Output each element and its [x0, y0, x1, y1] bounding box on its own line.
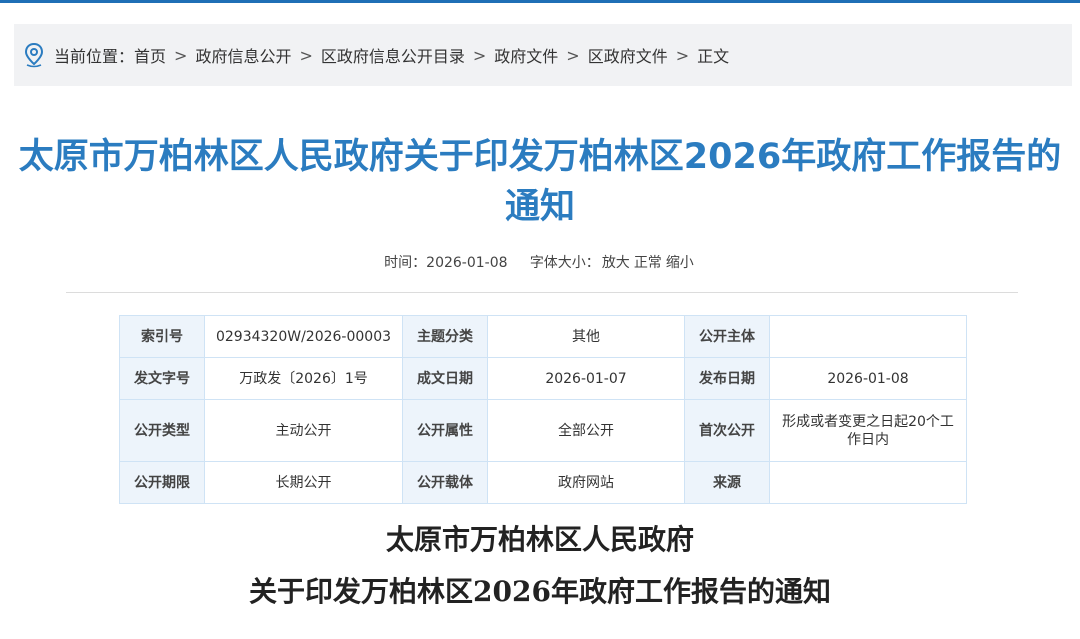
- publisher-label: 公开主体: [684, 315, 770, 358]
- carrier-label: 公开载体: [402, 461, 488, 504]
- docno-label: 发文字号: [119, 357, 205, 400]
- topic-value: 其他: [487, 315, 685, 358]
- source-label: 来源: [684, 461, 770, 504]
- breadcrumb-prefix: 当前位置：: [54, 47, 135, 66]
- table-row: 发文字号 万政发〔2026〕1号 成文日期 2026-01-07 发布日期 20…: [119, 357, 967, 400]
- breadcrumb-separator: >: [299, 45, 313, 65]
- article-meta: 时间：2026-01-08 字体大小： 放大 正常 缩小: [0, 252, 1080, 272]
- document-heading-line2: 关于印发万柏林区2026年政府工作报告的通知: [249, 575, 831, 608]
- fontsize-normal-button[interactable]: 正常: [634, 255, 662, 271]
- location-pin-icon: [24, 42, 44, 68]
- index-value: 02934320W/2026-00003: [204, 315, 403, 358]
- period-value: 长期公开: [204, 461, 403, 504]
- breadcrumb-current: 正文: [697, 47, 730, 66]
- published-value: 2026-01-08: [769, 357, 967, 400]
- breadcrumb-separator: >: [675, 45, 690, 65]
- carrier-value: 政府网站: [487, 461, 685, 504]
- top-strip: [0, 0, 1080, 24]
- table-row: 索引号 02934320W/2026-00003 主题分类 其他 公开主体: [119, 315, 967, 358]
- first-publish-value: 形成或者变更之日起20个工作日内: [769, 399, 967, 462]
- info-table: 索引号 02934320W/2026-00003 主题分类 其他 公开主体 发文…: [119, 315, 967, 504]
- breadcrumb-district-docs[interactable]: 区政府文件: [588, 43, 668, 67]
- fontsize-large-button[interactable]: 放大: [602, 255, 630, 271]
- table-row: 公开期限 长期公开 公开载体 政府网站 来源: [119, 461, 967, 504]
- breadcrumb-district-catalog[interactable]: 区政府信息公开目录: [321, 43, 465, 67]
- breadcrumb-separator: >: [566, 45, 580, 65]
- document-heading-line1: 太原市万柏林区人民政府: [385, 523, 694, 556]
- breadcrumb: 当前位置： 首页 > 政府信息公开 > 区政府信息公开目录 > 政府文件 > 区…: [14, 24, 1072, 86]
- docno-value: 万政发〔2026〕1号: [204, 357, 403, 400]
- created-value: 2026-01-07: [487, 357, 685, 400]
- publisher-value: [769, 315, 967, 358]
- breadcrumb-gov-info[interactable]: 政府信息公开: [195, 43, 291, 67]
- breadcrumb-separator: >: [472, 45, 487, 65]
- fontsize-small-button[interactable]: 缩小: [666, 255, 694, 271]
- fontsize-label: 字体大小：: [529, 255, 600, 271]
- table-row: 公开类型 主动公开 公开属性 全部公开 首次公开 形成或者变更之日起20个工作日…: [119, 399, 967, 462]
- first-publish-label: 首次公开: [684, 399, 770, 462]
- type-label: 公开类型: [119, 399, 205, 462]
- published-label: 发布日期: [684, 357, 770, 400]
- breadcrumb-home[interactable]: 首页: [134, 43, 166, 67]
- index-label: 索引号: [119, 315, 205, 358]
- divider: [66, 292, 1018, 293]
- breadcrumb-gov-docs[interactable]: 政府文件: [494, 43, 558, 67]
- time-value: 2026-01-08: [426, 255, 508, 271]
- time-label: 时间：: [384, 255, 427, 271]
- breadcrumb-separator: >: [174, 45, 188, 65]
- article-title: 太原市万柏林区人民政府关于印发万柏林区2026年政府工作报告的通知: [18, 137, 1062, 227]
- attr-value: 全部公开: [487, 399, 685, 462]
- created-label: 成文日期: [402, 357, 488, 400]
- attr-label: 公开属性: [402, 399, 488, 462]
- type-value: 主动公开: [204, 399, 403, 462]
- header-accent-line: [0, 0, 1080, 3]
- topic-label: 主题分类: [402, 315, 488, 358]
- period-label: 公开期限: [119, 461, 205, 504]
- source-value: [769, 461, 967, 504]
